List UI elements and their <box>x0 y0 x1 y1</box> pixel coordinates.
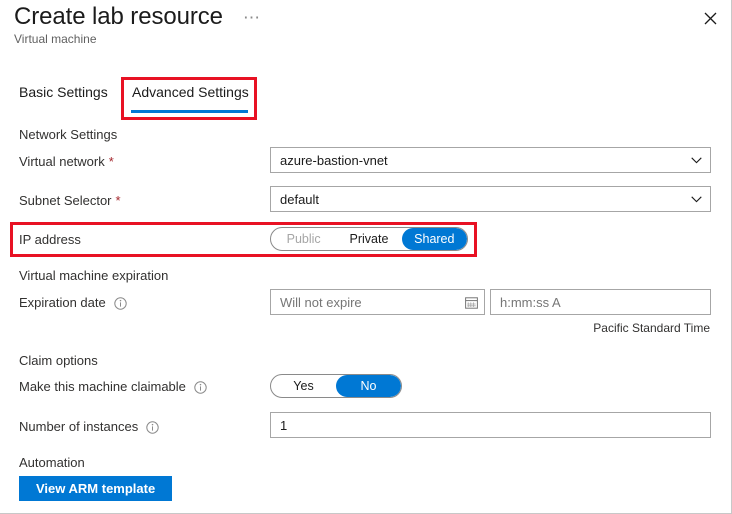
info-icon[interactable] <box>146 421 159 434</box>
close-button[interactable] <box>695 4 725 32</box>
label-number-of-instances: Number of instances <box>19 419 159 434</box>
section-heading-network: Network Settings <box>19 127 118 142</box>
make-claimable-toggle[interactable]: Yes No <box>270 374 402 398</box>
label-make-claimable: Make this machine claimable <box>19 379 207 394</box>
close-icon <box>704 12 717 25</box>
expiration-time-input[interactable]: h:mm:ss A <box>490 289 711 315</box>
page-subtitle: Virtual machine <box>14 32 97 46</box>
number-of-instances-input[interactable]: 1 <box>270 412 711 438</box>
required-marker: * <box>115 193 121 208</box>
expiration-time-value: h:mm:ss A <box>500 294 561 310</box>
expiration-date-input[interactable]: Will not expire <box>270 289 485 315</box>
info-icon[interactable] <box>194 381 207 394</box>
virtual-network-dropdown[interactable]: azure-bastion-vnet <box>270 147 711 173</box>
section-heading-claim: Claim options <box>19 353 98 368</box>
ip-option-public: Public <box>286 232 321 246</box>
label-number-of-instances-text: Number of instances <box>19 419 139 434</box>
ip-address-toggle[interactable]: Public Private Shared <box>270 227 468 251</box>
page-title: Create lab resource <box>14 3 223 30</box>
label-expiration-date: Expiration date <box>19 295 127 310</box>
more-options-icon[interactable]: ⋯ <box>243 8 261 28</box>
chevron-down-icon[interactable] <box>682 156 710 164</box>
claimable-option-no[interactable]: No <box>336 375 401 397</box>
required-marker: * <box>108 154 114 169</box>
label-expiration-date-text: Expiration date <box>19 295 106 310</box>
number-of-instances-value: 1 <box>280 417 288 433</box>
label-make-claimable-text: Make this machine claimable <box>19 379 186 394</box>
section-heading-expiration: Virtual machine expiration <box>19 268 169 283</box>
chevron-down-icon[interactable] <box>682 195 710 203</box>
tab-advanced-settings[interactable]: Advanced Settings <box>132 84 249 108</box>
ip-option-shared[interactable]: Shared <box>401 228 467 250</box>
label-subnet-selector-text: Subnet Selector <box>19 193 112 208</box>
virtual-network-value: azure-bastion-vnet <box>280 152 388 168</box>
label-ip-address: IP address <box>19 232 81 247</box>
view-arm-template-button[interactable]: View ARM template <box>19 476 173 501</box>
section-heading-automation: Automation <box>19 455 85 470</box>
claimable-option-yes[interactable]: Yes <box>271 375 336 397</box>
expiration-date-value: Will not expire <box>280 294 362 310</box>
label-virtual-network: Virtual network * <box>19 154 114 169</box>
tab-active-indicator <box>131 110 248 113</box>
subnet-selector-dropdown[interactable]: default <box>270 186 711 212</box>
subnet-selector-value: default <box>280 191 320 207</box>
tab-basic-settings[interactable]: Basic Settings <box>19 84 108 108</box>
info-icon[interactable] <box>114 297 127 310</box>
calendar-icon[interactable] <box>458 296 484 309</box>
timezone-label: Pacific Standard Time <box>593 321 710 335</box>
create-lab-resource-blade: Create lab resource ⋯ Virtual machine Ba… <box>0 0 732 514</box>
label-virtual-network-text: Virtual network <box>19 154 105 169</box>
ip-option-private[interactable]: Private <box>336 228 401 250</box>
label-subnet-selector: Subnet Selector * <box>19 193 121 208</box>
